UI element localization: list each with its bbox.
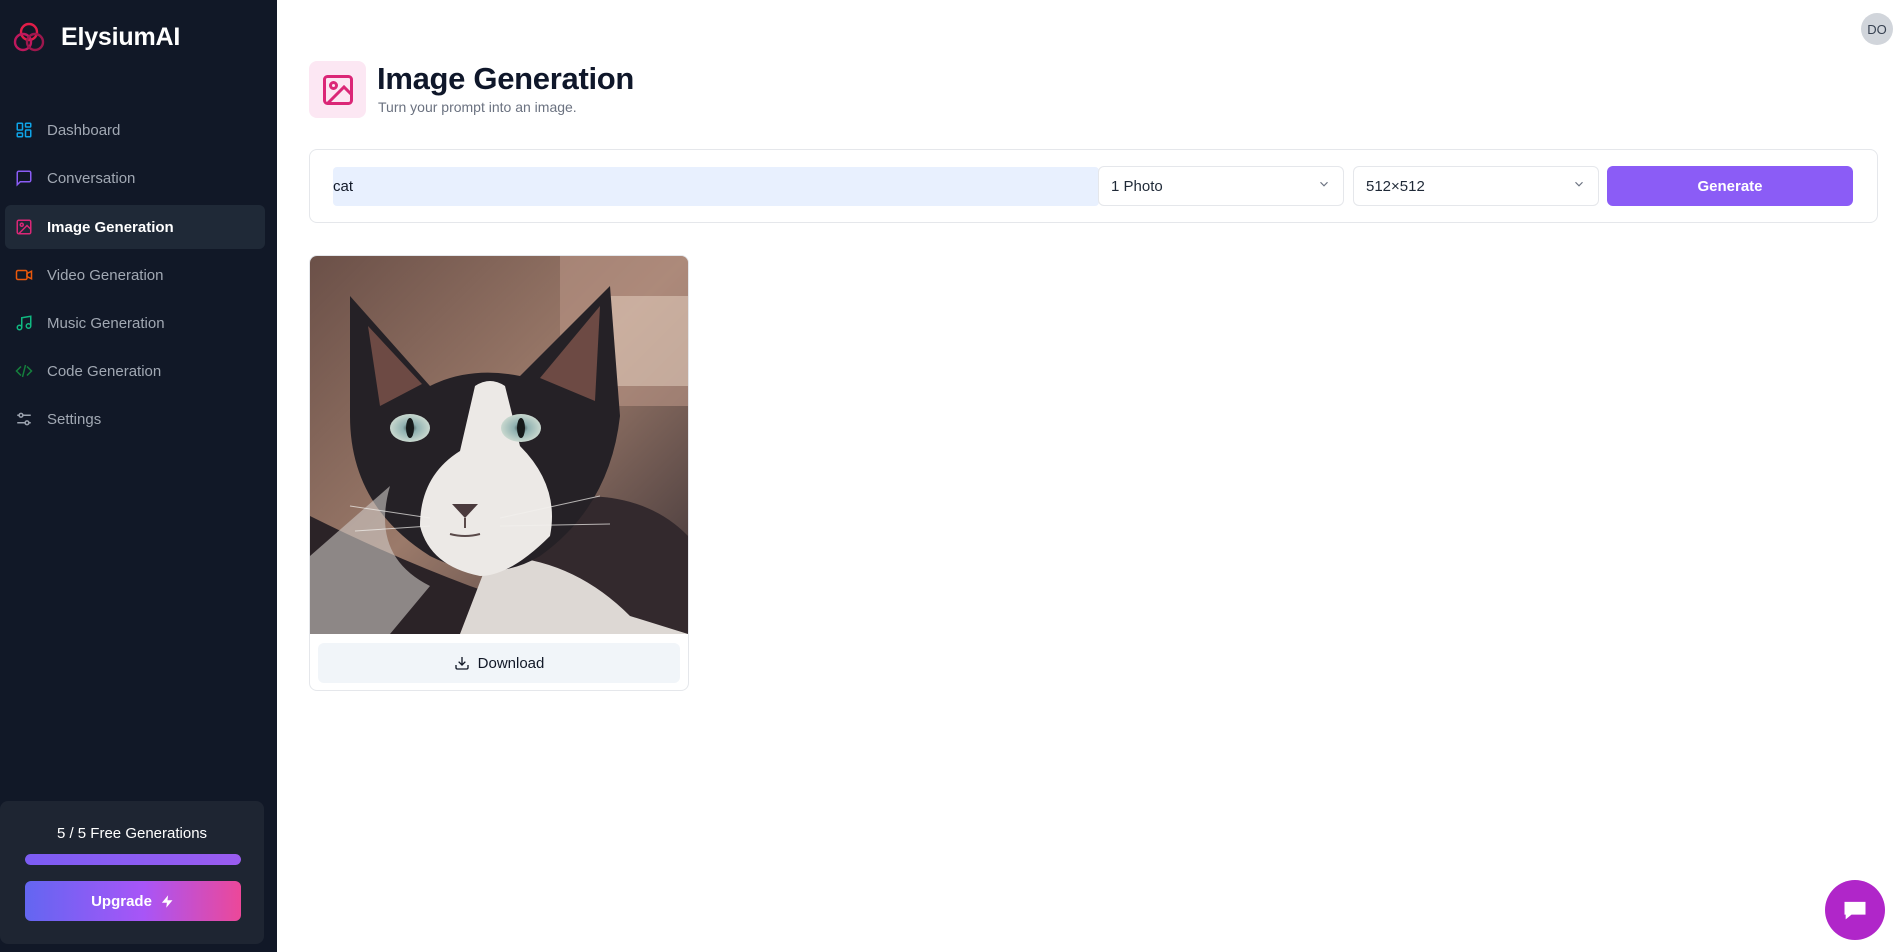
image-generation-badge xyxy=(309,61,366,118)
upgrade-button[interactable]: Upgrade xyxy=(25,881,241,921)
free-generations-progress xyxy=(25,854,241,865)
download-button[interactable]: Download xyxy=(318,643,680,683)
prompt-input[interactable]: cat xyxy=(333,167,1099,206)
amount-select-value: 1 Photo xyxy=(1111,177,1163,195)
sidebar-item-video-generation[interactable]: Video Generation xyxy=(5,253,265,297)
resolution-select[interactable]: 512×512 xyxy=(1353,166,1599,206)
resolution-select-value: 512×512 xyxy=(1366,177,1425,195)
sidebar-item-music-generation[interactable]: Music Generation xyxy=(5,301,265,345)
sidebar-item-label: Video Generation xyxy=(47,266,164,284)
sidebar-item-conversation[interactable]: Conversation xyxy=(5,156,265,200)
user-avatar[interactable]: DO xyxy=(1861,13,1893,45)
image-icon xyxy=(322,74,353,105)
sidebar-item-label: Code Generation xyxy=(47,362,162,380)
sidebar-item-image-generation[interactable]: Image Generation xyxy=(5,205,265,249)
free-generations-progress-fill xyxy=(25,854,241,865)
chat-icon xyxy=(1844,901,1866,920)
upgrade-label: Upgrade xyxy=(91,892,152,910)
sidebar-item-label: Dashboard xyxy=(47,121,121,139)
settings-icon xyxy=(14,410,33,429)
prompt-form: cat 1 Photo 512×512 Generate xyxy=(309,149,1878,223)
brand[interactable]: ElysiumAI xyxy=(12,20,180,54)
video-icon xyxy=(14,266,33,285)
sidebar: ElysiumAI Dashboard Conversation Image G… xyxy=(0,0,277,952)
code-icon xyxy=(14,362,33,381)
sidebar-item-code-generation[interactable]: Code Generation xyxy=(5,349,265,393)
sidebar-item-settings[interactable]: Settings xyxy=(5,397,265,441)
message-icon xyxy=(14,169,33,188)
zap-icon xyxy=(160,894,175,909)
download-label: Download xyxy=(477,654,545,672)
logo-icon xyxy=(13,22,45,52)
chevron-down-icon xyxy=(1572,177,1586,195)
free-generations-count: 5 / 5 Free Generations xyxy=(56,825,208,842)
prompt-input-value: cat xyxy=(333,178,354,195)
generated-image-card: Download xyxy=(309,255,689,691)
generate-button[interactable]: Generate xyxy=(1607,166,1853,206)
download-icon xyxy=(454,655,470,671)
free-generations-panel: 5 / 5 Free Generations Upgrade xyxy=(0,801,264,944)
sidebar-item-label: Image Generation xyxy=(47,218,174,236)
brand-name: ElysiumAI xyxy=(61,22,181,51)
dashboard-icon xyxy=(14,121,33,140)
page-title: Image Generation xyxy=(377,61,635,96)
chat-button[interactable] xyxy=(1825,880,1885,940)
page-subtitle: Turn your prompt into an image. xyxy=(378,99,577,115)
sidebar-item-label: Conversation xyxy=(47,169,136,187)
image-icon xyxy=(14,218,33,237)
generated-cat-image xyxy=(310,256,688,634)
music-icon xyxy=(14,314,33,333)
amount-select[interactable]: 1 Photo xyxy=(1098,166,1344,206)
sidebar-item-label: Music Generation xyxy=(47,314,165,332)
sidebar-item-label: Settings xyxy=(47,410,102,428)
sidebar-item-dashboard[interactable]: Dashboard xyxy=(5,108,265,152)
chevron-down-icon xyxy=(1317,177,1331,195)
